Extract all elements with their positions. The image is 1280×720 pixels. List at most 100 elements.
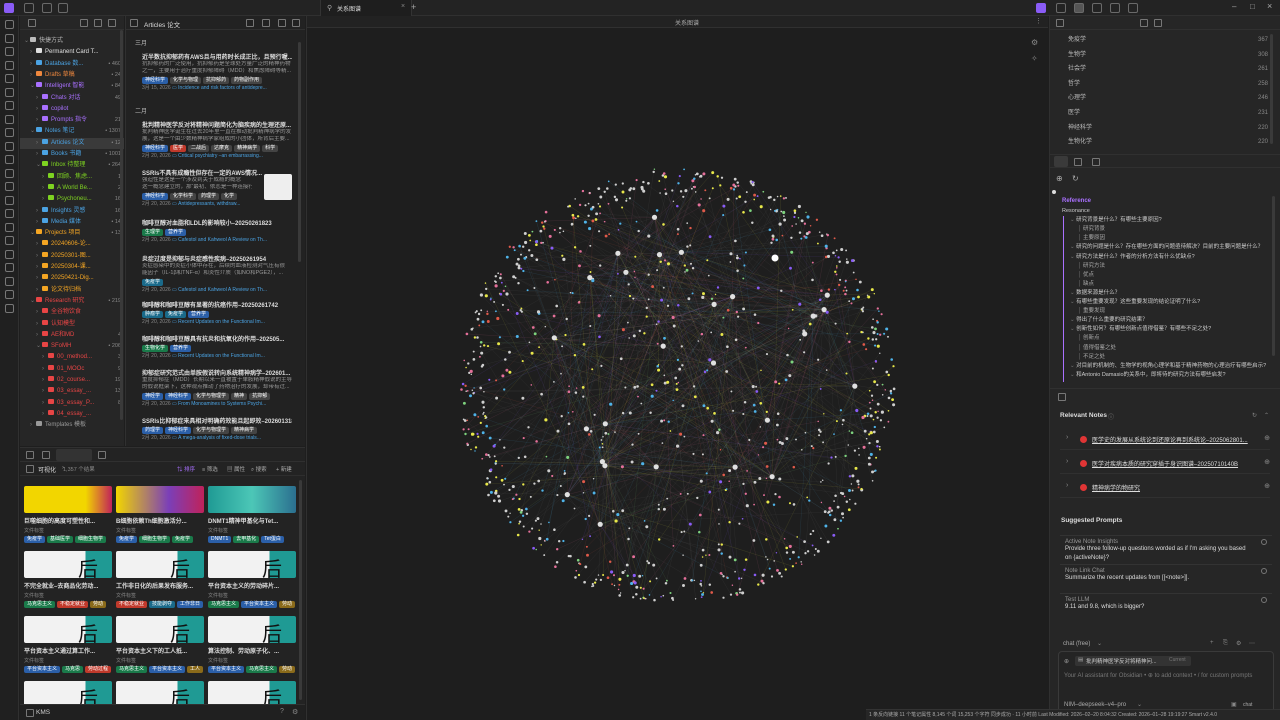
bases-tab2-icon[interactable] [42,451,50,459]
graph-node[interactable] [582,480,586,484]
tag-badge[interactable]: 免疫学 [172,536,194,543]
graph-node[interactable] [485,453,488,456]
graph-node[interactable] [633,581,637,585]
tag-badge[interactable]: 化学 [221,193,238,200]
graph-node[interactable] [582,395,585,398]
graph-node[interactable] [635,592,638,596]
graph-node[interactable] [519,309,522,312]
graph-node[interactable] [858,454,860,456]
graph-node[interactable] [834,270,837,273]
trash-ribbon-icon[interactable] [5,236,14,245]
graph-node[interactable] [656,342,659,345]
graph-node[interactable] [699,479,703,483]
graph-node[interactable] [892,403,896,407]
graph-node[interactable] [879,419,883,422]
tree-item[interactable]: ›A World Be...2 [20,183,124,194]
graph-node[interactable] [830,456,833,459]
graph-node[interactable] [868,441,871,445]
graph-node[interactable] [479,345,482,348]
graph-node[interactable] [484,282,487,284]
graph-node[interactable] [679,432,683,436]
graph-node[interactable] [598,446,601,449]
filter-icon[interactable] [262,19,270,27]
graph-node[interactable] [588,514,591,517]
graph-node[interactable] [647,561,651,565]
graph-node[interactable] [744,558,748,561]
tree-item[interactable]: › Database 数... • 460 [20,59,124,70]
graph-node[interactable] [545,455,548,458]
graph-node[interactable] [774,380,778,384]
gallery-card[interactable]: DNMT1精神甲基化与Tet... 文件标签 DNMT1 去甲基化 Tet蛋白 [208,486,296,546]
graph-node[interactable] [594,218,598,221]
graph-node[interactable] [613,195,617,199]
graph-node[interactable] [590,208,593,211]
outline-item[interactable]: │ 值得借鉴之处 [1078,344,1268,353]
graph-node[interactable] [543,227,546,230]
graph-node[interactable] [827,462,830,465]
graph-node[interactable] [677,182,680,185]
tag-badge[interactable]: 不稳定就业 [116,601,148,608]
graph-node[interactable] [823,510,827,514]
graph-node[interactable] [773,209,776,212]
graph-node[interactable] [789,266,792,270]
graph-node[interactable] [683,577,687,580]
model-chevron-icon[interactable]: ⌄ [1137,701,1142,708]
outline-item[interactable]: ⌄ 和Antonio Damasio的关系中，即将待的研究方法有哪些启发? [1070,371,1268,380]
graph-node[interactable] [646,560,649,563]
graph-node[interactable] [592,491,596,495]
graph-node[interactable] [636,385,639,388]
graph-node[interactable] [682,195,685,198]
graph-node[interactable] [732,188,736,191]
graph-node[interactable] [663,419,666,422]
graph-node[interactable] [497,499,502,503]
graph-node[interactable] [663,259,667,262]
graph-node[interactable] [520,253,522,256]
graph-node[interactable] [876,445,879,448]
graph-node[interactable] [658,180,661,182]
tree-item[interactable]: ›03_essay_P...8 [20,398,124,409]
graph-node[interactable] [642,180,645,184]
suggested-prompt[interactable]: Note Link Chat Summarize the recent updat… [1060,564,1272,591]
graph-node[interactable] [729,261,732,263]
graph-node[interactable] [874,360,878,363]
graph-node[interactable] [719,184,722,187]
tag-badge[interactable]: 细胞生物学 [75,536,107,543]
graph-node[interactable] [699,563,703,567]
graph-node[interactable] [494,284,498,288]
graph-active-node[interactable] [771,254,779,262]
graph-node[interactable] [708,358,712,362]
graph-node[interactable] [875,439,879,444]
graph-node[interactable] [666,262,671,266]
graph-node[interactable] [495,476,498,479]
graph-node[interactable] [853,449,857,452]
graph-node[interactable] [485,482,489,486]
close-tab-icon[interactable]: × [401,3,405,10]
graph-node[interactable] [676,444,680,448]
graph-node[interactable] [598,230,601,233]
graph-node[interactable] [700,332,704,336]
graph-node[interactable] [635,179,638,182]
tag-pane-toggle-icon[interactable] [1056,19,1064,27]
graph-node[interactable] [753,573,757,577]
graph-node[interactable] [720,552,723,555]
graph-node[interactable] [625,198,628,200]
graph-node[interactable] [466,390,469,392]
graph-node[interactable] [742,210,745,214]
graph-node[interactable] [778,440,782,444]
graph-node[interactable] [778,571,782,575]
article-source-link[interactable]: Recent Updates on the Functional Im... [178,319,265,325]
graph-node[interactable] [726,308,730,312]
graph-node[interactable] [737,577,741,580]
tag-badge[interactable]: 神经科学 [165,393,192,400]
graph-node[interactable] [750,182,753,185]
graph-node[interactable] [553,528,556,531]
new-note-icon[interactable] [28,19,36,27]
graph-node[interactable] [573,354,577,357]
tree-item[interactable]: › Insights 灵感 16 [20,206,124,217]
graph-node[interactable] [780,210,783,213]
graph-node[interactable] [701,593,704,596]
graph-node[interactable] [812,529,815,533]
graph-node[interactable] [700,580,702,582]
outline-item[interactable]: ⌄ 得出了什么重要的研究结果？ [1070,316,1268,325]
tree-item[interactable]: ⌄ Projects 项目 • 13 [20,228,124,239]
